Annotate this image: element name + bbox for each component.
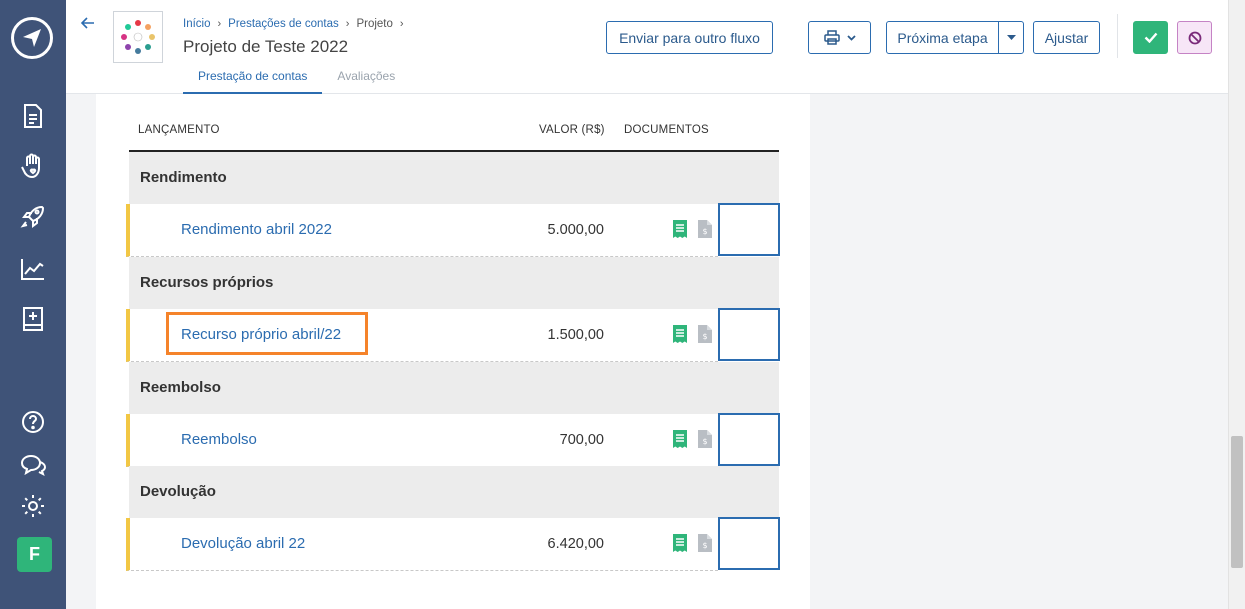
chevron-down-icon (846, 34, 856, 41)
invoice-icon[interactable]: $ (698, 325, 712, 343)
chart-line-icon[interactable] (19, 255, 47, 283)
back-arrow-icon[interactable] (80, 15, 96, 31)
breadcrumb-home[interactable]: Início (183, 18, 211, 30)
check-icon (1144, 32, 1158, 43)
tab-avaliacoes[interactable]: Avaliações (322, 62, 410, 94)
column-header-entry: LANÇAMENTO (138, 124, 220, 136)
scrollbar-thumb[interactable] (1231, 436, 1243, 568)
print-dropdown-button[interactable] (808, 21, 871, 54)
group-row: Rendimento (129, 152, 779, 204)
receipt-icon[interactable] (673, 534, 687, 552)
receipt-icon[interactable] (673, 220, 687, 238)
caret-down-icon (1006, 35, 1016, 40)
invoice-icon[interactable]: $ (698, 430, 712, 448)
table-row: Reembolso 700,00 $ (126, 414, 718, 467)
group-label: Rendimento (140, 169, 227, 186)
svg-text:$: $ (702, 541, 707, 550)
highlight-box (166, 312, 368, 355)
receipt-icon[interactable] (673, 430, 687, 448)
column-header-documents: DOCUMENTOS (624, 124, 709, 136)
svg-text:$: $ (702, 332, 707, 341)
tabs: Prestação de contas Avaliações (183, 62, 410, 94)
invoice-icon[interactable]: $ (698, 534, 712, 552)
entry-value: 1.500,00 (547, 327, 604, 343)
app-logo-icon[interactable] (11, 17, 53, 59)
receipt-icon[interactable] (673, 325, 687, 343)
row-action-box[interactable] (718, 517, 780, 570)
svg-text:$: $ (702, 437, 707, 446)
breadcrumb-projeto[interactable]: Projeto (356, 18, 392, 30)
row-action-box[interactable] (718, 308, 780, 361)
user-avatar[interactable]: F (17, 537, 52, 572)
project-logo (113, 11, 163, 63)
chevron-right-icon: › (217, 18, 222, 30)
send-to-flow-button[interactable]: Enviar para outro fluxo (606, 21, 773, 54)
approve-button[interactable] (1133, 21, 1168, 54)
row-action-box[interactable] (718, 203, 780, 256)
reject-button[interactable] (1177, 21, 1212, 54)
table-row: Rendimento abril 2022 5.000,00 $ (126, 204, 718, 257)
invoice-icon[interactable]: $ (698, 220, 712, 238)
vertical-scrollbar[interactable] (1228, 0, 1245, 609)
sidebar: F (0, 0, 66, 609)
printer-icon (823, 30, 840, 45)
row-action-box[interactable] (718, 413, 780, 466)
book-plus-icon[interactable] (19, 305, 47, 333)
rocket-icon[interactable] (19, 203, 47, 231)
gear-icon[interactable] (19, 492, 47, 520)
entry-link[interactable]: Reembolso (181, 431, 257, 448)
group-label: Recursos próprios (140, 274, 274, 291)
adjust-button[interactable]: Ajustar (1033, 21, 1100, 54)
entry-value: 5.000,00 (547, 222, 604, 238)
entry-value: 700,00 (559, 432, 604, 448)
group-row: Recursos próprios (129, 257, 779, 309)
page-title: Projeto de Teste 2022 (183, 37, 349, 56)
ban-icon (1188, 31, 1202, 45)
chevron-right-icon: › (399, 18, 404, 30)
entry-link[interactable]: Rendimento abril 2022 (181, 221, 332, 238)
help-icon[interactable] (19, 408, 47, 436)
document-icon[interactable] (19, 102, 47, 130)
svg-text:$: $ (702, 227, 707, 236)
group-label: Reembolso (140, 379, 221, 396)
table-row: Devolução abril 22 6.420,00 $ (126, 518, 718, 571)
tab-prestacao-de-contas[interactable]: Prestação de contas (183, 62, 323, 94)
group-row: Reembolso (129, 362, 779, 414)
hand-heart-icon[interactable] (19, 152, 47, 180)
breadcrumb: Início › Prestações de contas › Projeto … (183, 18, 411, 30)
entry-link[interactable]: Devolução abril 22 (181, 535, 305, 552)
page-header: Início › Prestações de contas › Projeto … (66, 0, 1228, 94)
header-divider (1117, 14, 1118, 58)
next-step-dropdown-button[interactable] (998, 21, 1024, 54)
chevron-right-icon: › (345, 18, 350, 30)
group-label: Devolução (140, 483, 216, 500)
next-step-button[interactable]: Próxima etapa (886, 21, 999, 54)
group-row: Devolução (129, 466, 779, 518)
entry-value: 6.420,00 (547, 536, 604, 552)
column-header-value: VALOR (R$) (539, 124, 605, 136)
breadcrumb-prestacoes[interactable]: Prestações de contas (228, 18, 339, 30)
chat-icon[interactable] (19, 451, 47, 479)
